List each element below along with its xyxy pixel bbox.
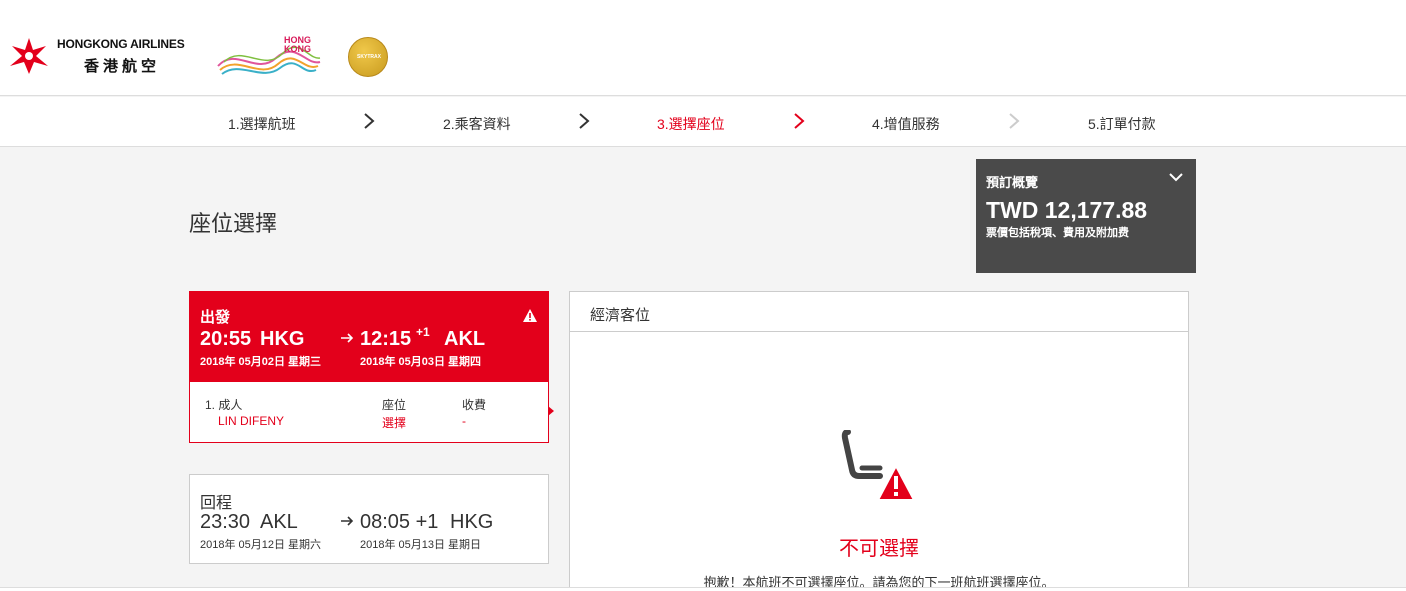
cabin-class-title: 經濟客位 [590,307,651,324]
site-header: HONGKONG AIRLINES 香港航空 HONG KONG SKYTRAX [0,0,1406,96]
footer-divider [0,587,1406,591]
return-arr-date: 2018年 05月13日 星期日 [360,539,482,551]
award-text: SKYTRAX [357,54,381,60]
outbound-arr-date: 2018年 05月03日 星期四 [360,356,482,368]
seat-select-link[interactable]: 選擇 [382,414,406,431]
airline-name-en: HONGKONG AIRLINES [57,37,185,51]
chevron-right-icon [364,113,375,129]
return-dep-time: 23:30 [200,511,251,533]
warning-icon [523,309,537,322]
summary-price: TWD 12,177.88 [986,197,1148,223]
summary-note: 票價包括稅項、費用及附加费 [986,227,1129,239]
booking-steps: 1.選擇航班 2.乘客資料 3.選擇座位 4.增值服務 5.訂單付款 [0,97,1406,147]
return-flight-card[interactable]: 回程 23:30 AKL 08:05 +1 HKG 2018年 05月12日 星… [189,474,549,564]
step-passenger-info[interactable]: 2.乘客資料 [443,114,511,134]
fee-header: 收費 [462,398,487,412]
return-dep-date: 2018年 05月12日 星期六 [200,539,322,551]
outbound-arr-airport: AKL [444,328,486,350]
seat-panel-header: 經濟客位 [570,292,1188,332]
return-dep-airport: AKL [260,511,298,533]
seat-status: 不可選擇 [839,538,919,560]
passenger-index: 1. 成人 [205,398,243,412]
seat-header: 座位 [382,398,407,412]
step-payment[interactable]: 5.訂單付款 [1088,114,1156,134]
outbound-dep-time: 20:55 [200,328,252,350]
outbound-arr-time: 12:15 [360,328,412,350]
brand-hong-kong-text: HONG KONG [284,35,311,54]
outbound-flight-card[interactable]: 出發 20:55 HKG 12:15 +1 AKL 2018年 05月02日 星… [189,291,549,443]
arrow-right-icon [341,333,354,343]
outbound-label: 出發 [200,309,231,326]
outbound-dep-date: 2018年 05月02日 星期三 [200,356,322,368]
chevron-down-icon[interactable] [1168,171,1184,183]
step-select-flight[interactable]: 1.選擇航班 [228,114,296,134]
return-label: 回程 [200,495,233,512]
return-arr-time: 08:05 +1 [360,511,439,533]
page-title: 座位選擇 [189,211,278,236]
chevron-right-icon [794,113,805,129]
return-arr-airport: HKG [450,511,494,533]
airline-logo-icon[interactable] [8,36,50,76]
arrow-right-icon [341,516,354,526]
step-select-seat[interactable]: 3.選擇座位 [657,114,725,134]
chevron-right-icon [1009,113,1020,129]
step-extra-services[interactable]: 4.增值服務 [872,114,940,134]
outbound-arr-offset: +1 [416,325,430,339]
active-card-pointer [548,406,554,416]
seat-map-panel: 經濟客位 不可選擇 抱歉！本航班不可選擇座位。請為您的下一班航班選擇座位。 [569,291,1189,591]
fee-value: - [462,414,466,428]
chevron-right-icon [579,113,590,129]
seat-unavailable-icon [841,430,916,501]
passenger-name: LIN DIFENY [218,414,285,428]
booking-summary[interactable]: 預訂概覽 TWD 12,177.88 票價包括稅項、費用及附加费 [976,159,1196,273]
airline-name-zh: 香港航空 [84,58,161,75]
skytrax-award-icon: SKYTRAX [348,37,388,77]
outbound-header: 出發 20:55 HKG 12:15 +1 AKL 2018年 05月02日 星… [190,292,548,382]
outbound-dep-airport: HKG [260,328,305,350]
summary-label: 預訂概覽 [986,175,1039,190]
